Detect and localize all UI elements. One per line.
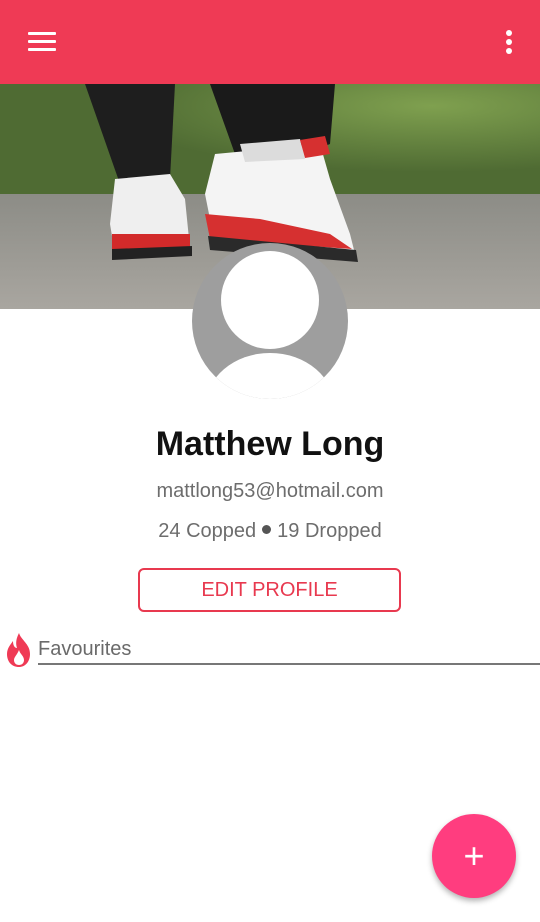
separator-dot (262, 525, 272, 535)
plus-icon: + (463, 835, 485, 876)
copped-count: 24 Copped (158, 520, 257, 542)
profile-email: mattlong53@hotmail.com (156, 480, 384, 502)
more-vert-icon[interactable] (502, 26, 516, 58)
avatar[interactable] (192, 243, 348, 399)
dropped-count: 19 Dropped (277, 520, 382, 542)
favourites-label: Favourites (38, 638, 132, 660)
edit-profile-button[interactable]: EDIT PROFILE (138, 568, 401, 612)
profile-name: Matthew Long (155, 425, 385, 463)
app-bar (0, 0, 540, 84)
add-fab-button[interactable]: + (432, 814, 516, 898)
hamburger-menu-icon[interactable] (28, 28, 56, 56)
profile-stats: 24 Copped 19 Dropped (0, 520, 540, 543)
favourites-divider (38, 663, 540, 665)
flame-icon (7, 633, 30, 667)
